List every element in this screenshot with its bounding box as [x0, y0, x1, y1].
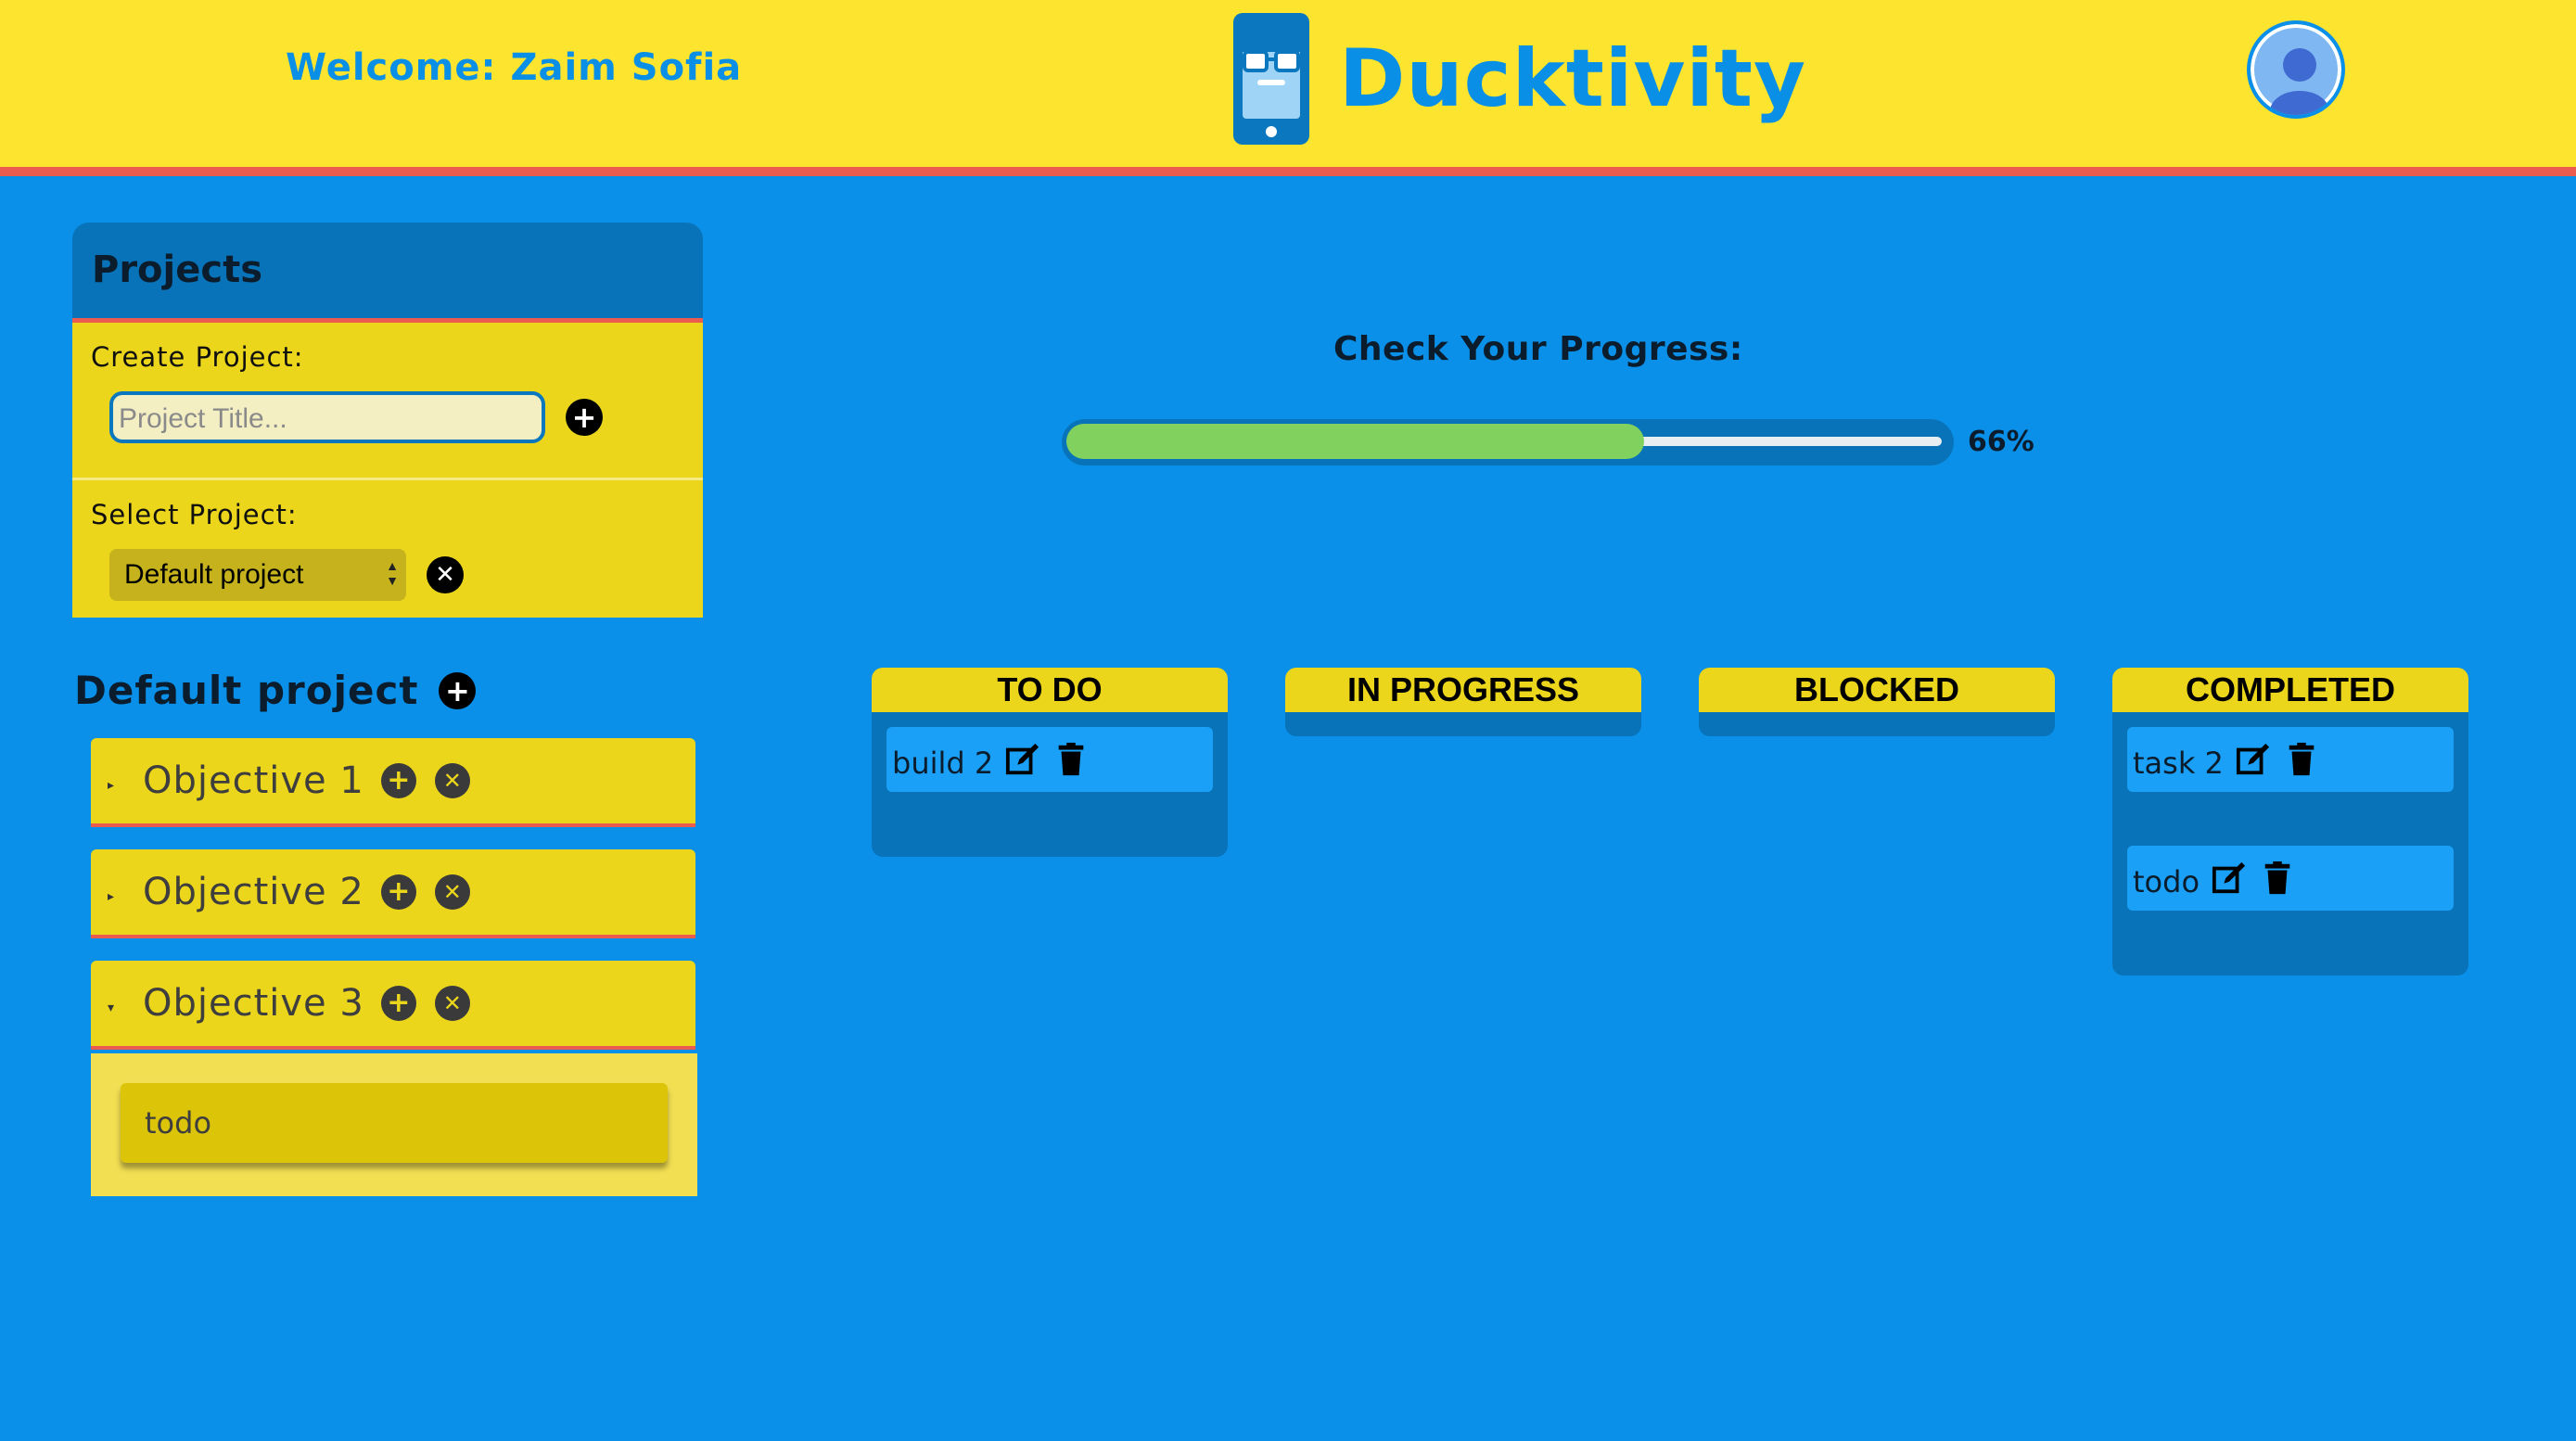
- project-select-value: Default project: [124, 559, 304, 590]
- task-card-label: todo: [2133, 864, 2200, 899]
- select-arrows-icon: ▲ ▼: [386, 558, 399, 588]
- add-task-button[interactable]: +: [380, 874, 416, 910]
- delete-project-button[interactable]: ✕: [427, 556, 464, 593]
- delete-objective-button[interactable]: ✕: [434, 874, 470, 910]
- column-title: TO DO: [872, 668, 1228, 712]
- select-project-section: Select Project: Default project ▲ ▼ ✕: [72, 480, 703, 618]
- trash-icon[interactable]: [1052, 741, 1090, 778]
- task-card-label: build 2: [892, 746, 994, 781]
- delete-objective-button[interactable]: ✕: [434, 763, 470, 798]
- person-icon: [2270, 48, 2329, 115]
- projects-panel: Projects Create Project: + Select Projec…: [72, 223, 703, 618]
- duck-phone-logo-icon: [1233, 13, 1309, 145]
- top-header: Welcome: Zaim Sofia Ducktivity: [0, 0, 2576, 176]
- brand-name: Ducktivity: [1339, 32, 1807, 125]
- project-name: Default project: [74, 668, 419, 713]
- trash-icon[interactable]: [2283, 741, 2320, 778]
- objective-item[interactable]: ▾ Objective 3 + ✕: [91, 961, 695, 1050]
- objective-label: Objective 3: [143, 982, 364, 1025]
- delete-objective-button[interactable]: ✕: [434, 986, 470, 1021]
- objective-task-item[interactable]: todo: [121, 1083, 668, 1163]
- progress-title: Check Your Progress:: [1333, 330, 1743, 368]
- task-card[interactable]: build 2: [886, 727, 1213, 792]
- objective-item[interactable]: ▸ Objective 2 + ✕: [91, 849, 695, 938]
- project-select[interactable]: Default project ▲ ▼: [109, 549, 406, 601]
- task-card-label: task 2: [2133, 746, 2224, 781]
- trash-icon[interactable]: [2259, 860, 2296, 897]
- edit-icon[interactable]: [2211, 860, 2248, 897]
- column-title: IN PROGRESS: [1285, 668, 1641, 712]
- projects-panel-title: Projects: [72, 223, 703, 323]
- welcome-text: Welcome: Zaim Sofia: [286, 46, 743, 89]
- objective-item[interactable]: ▸ Objective 1 + ✕: [91, 738, 695, 827]
- progress-fill: [1066, 424, 1644, 459]
- create-project-section: Create Project: +: [72, 323, 703, 480]
- create-project-label: Create Project:: [91, 341, 304, 373]
- project-title-input[interactable]: [109, 391, 545, 443]
- edit-icon[interactable]: [1004, 741, 1041, 778]
- objective-tasks-panel: todo: [91, 1053, 697, 1196]
- objective-label: Objective 2: [143, 871, 364, 913]
- caret-right-icon[interactable]: ▸: [108, 889, 143, 904]
- objective-label: Objective 1: [143, 759, 364, 802]
- edit-icon[interactable]: [2235, 741, 2272, 778]
- caret-right-icon[interactable]: ▸: [108, 778, 143, 793]
- progress-percent: 66%: [1968, 426, 2034, 458]
- user-avatar-icon[interactable]: [2247, 20, 2345, 119]
- select-project-label: Select Project:: [91, 499, 298, 530]
- column-todo: TO DO build 2: [872, 668, 1228, 857]
- column-in-progress: IN PROGRESS: [1285, 668, 1641, 736]
- brand[interactable]: Ducktivity: [1231, 9, 1806, 148]
- task-card[interactable]: todo: [2127, 846, 2454, 911]
- task-card[interactable]: task 2: [2127, 727, 2454, 792]
- add-task-button[interactable]: +: [380, 763, 416, 798]
- add-objective-button[interactable]: +: [439, 671, 477, 709]
- add-project-button[interactable]: +: [566, 399, 603, 436]
- caret-down-icon[interactable]: ▾: [108, 1001, 143, 1015]
- add-task-button[interactable]: +: [380, 986, 416, 1021]
- column-title: COMPLETED: [2112, 668, 2468, 712]
- column-title: BLOCKED: [1699, 668, 2055, 712]
- project-header: Default project +: [74, 668, 477, 713]
- column-blocked: BLOCKED: [1699, 668, 2055, 736]
- column-completed: COMPLETED task 2 todo: [2112, 668, 2468, 976]
